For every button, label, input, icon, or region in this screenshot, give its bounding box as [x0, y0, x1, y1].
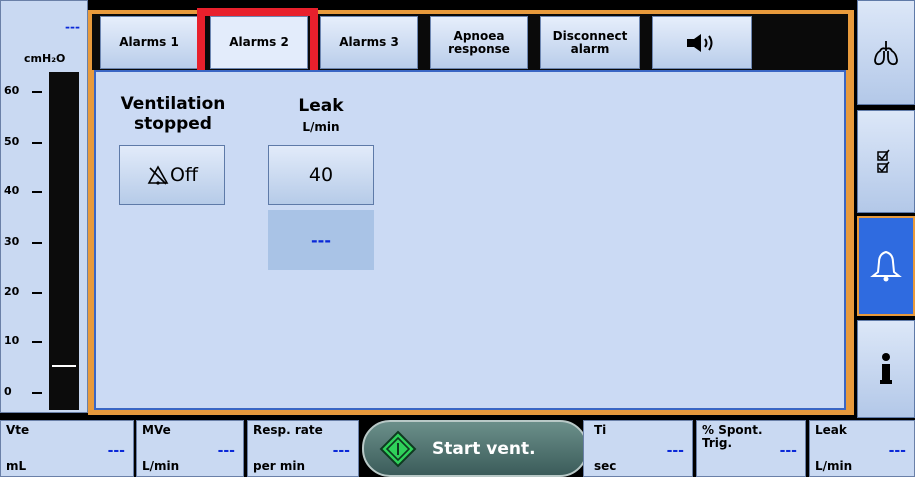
info-icon	[880, 353, 892, 384]
pressure-value: ---	[65, 20, 80, 34]
leak-title: Leak	[298, 96, 344, 116]
tab-audio-paused[interactable]	[652, 16, 752, 69]
title-line: stopped	[134, 114, 212, 134]
checklist-icon	[877, 149, 890, 173]
param-value: ---	[107, 443, 125, 459]
gauge-tick-mark	[32, 142, 42, 144]
param-label: Resp. rate	[253, 423, 323, 437]
pressure-unit: cmH₂O	[24, 52, 66, 65]
tab-label: Alarms 3	[339, 35, 399, 49]
tab-alarms-3[interactable]: Alarms 3	[320, 16, 418, 69]
leak-measured-value: ---	[268, 210, 374, 270]
tab-alarms-1[interactable]: Alarms 1	[100, 16, 198, 69]
param-resp-rate: Resp. rate per min ---	[247, 420, 359, 477]
param-label: % Spont. Trig.	[702, 423, 763, 450]
title-line: Ventilation	[120, 94, 226, 114]
param-unit: mL	[6, 459, 27, 473]
param-unit: per min	[253, 459, 305, 473]
param-value: ---	[217, 443, 235, 459]
leak-limit-button[interactable]: 40	[268, 145, 374, 205]
alarm-off-icon	[147, 165, 169, 185]
param-ti: Ti sec ---	[583, 420, 693, 477]
param-unit: L/min	[142, 459, 180, 473]
ventilation-stopped-button[interactable]: Off	[119, 145, 225, 205]
tab-label: Disconnect alarm	[552, 28, 628, 56]
sidebar-info[interactable]	[857, 320, 915, 418]
ventilation-stopped-value: Off	[169, 164, 199, 186]
bell-icon	[870, 250, 902, 282]
tab-apnoea-response[interactable]: Apnoea response	[430, 16, 528, 69]
lungs-icon	[874, 40, 898, 65]
start-diamond-icon	[379, 430, 417, 467]
leak-unit: L/min	[302, 120, 340, 134]
param-label: MVe	[142, 423, 171, 437]
param-label: Leak	[815, 423, 847, 437]
sidebar-alarms[interactable]	[857, 216, 915, 316]
param-value: ---	[888, 443, 906, 459]
ventilation-stopped-title: Ventilation stopped	[106, 94, 240, 134]
gauge-tick-mark	[32, 292, 42, 294]
gauge-tick-mark	[32, 91, 42, 93]
gauge-tick-mark	[32, 392, 42, 394]
tab-label: Apnoea response	[448, 28, 510, 56]
param-label: Ti	[594, 423, 607, 437]
param-value: ---	[779, 443, 797, 459]
gauge-tick-mark	[32, 242, 42, 244]
tab-disconnect-alarm[interactable]: Disconnect alarm	[540, 16, 640, 69]
gauge-tick-mark	[32, 191, 42, 193]
param-label: Vte	[6, 423, 30, 437]
audio-paused-icon	[687, 33, 713, 52]
gauge-tick-mark	[32, 341, 42, 343]
sidebar-ventilation[interactable]	[857, 0, 915, 105]
param-unit: L/min	[815, 459, 853, 473]
param-value: ---	[666, 443, 684, 459]
param-value: ---	[332, 443, 350, 459]
param-leak: Leak L/min ---	[809, 420, 915, 477]
pressure-bar	[49, 72, 79, 410]
start-vent-button[interactable]: Start vent.	[362, 420, 588, 477]
sidebar-checklist[interactable]	[857, 110, 915, 213]
param-vte: Vte mL ---	[0, 420, 134, 477]
pressure-marker	[52, 365, 76, 367]
param-mve: MVe L/min ---	[136, 420, 244, 477]
param-spont-trig: % Spont. Trig. ---	[696, 420, 806, 477]
start-vent-label: Start vent.	[432, 438, 536, 459]
param-unit: sec	[594, 459, 617, 473]
